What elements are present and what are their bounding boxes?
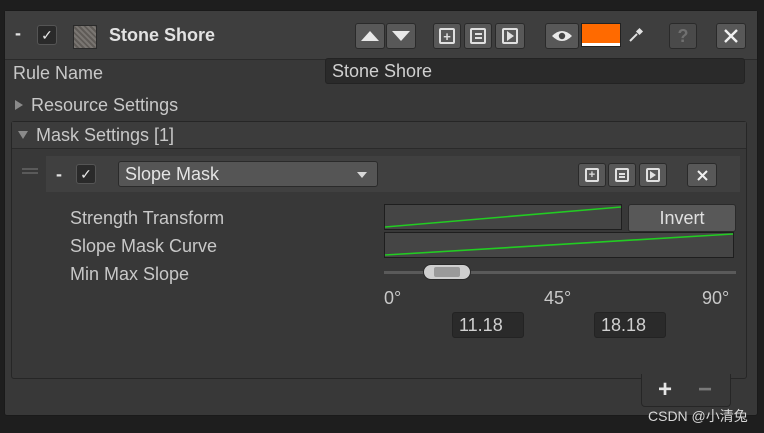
mask-type-value: Slope Mask	[125, 163, 220, 184]
mask-collapse-toggle[interactable]: -	[56, 164, 62, 185]
resource-settings-label: Resource Settings	[31, 94, 179, 115]
mask-settings-box: Mask Settings [1] - ✓ Slope Mask + Stren…	[11, 121, 747, 379]
play-box-icon	[502, 28, 518, 44]
curve-graph	[385, 233, 733, 256]
eye-icon	[552, 31, 572, 41]
rule-name-input[interactable]: Stone Shore	[325, 58, 745, 84]
triangle-down-icon	[18, 131, 28, 139]
scale-max-label: 90°	[702, 288, 730, 308]
move-down-button[interactable]	[386, 23, 416, 49]
eyedropper-icon	[629, 27, 644, 42]
triangle-right-icon	[15, 100, 23, 110]
slope-mask-curve-label: Slope Mask Curve	[70, 236, 218, 256]
mask-play-button[interactable]	[639, 163, 667, 187]
add-rule-button[interactable]: +	[433, 23, 461, 49]
close-icon	[696, 169, 708, 181]
plus-box-icon: +	[439, 28, 455, 44]
resource-settings-foldout[interactable]: Resource Settings	[15, 93, 178, 117]
invert-label: Invert	[659, 207, 705, 228]
strength-transform-label: Strength Transform	[70, 208, 225, 228]
drag-handle-icon[interactable]	[22, 168, 38, 174]
mask-settings-foldout[interactable]: Mask Settings [1]	[12, 122, 746, 149]
play-rule-button[interactable]	[495, 23, 525, 49]
color-swatch[interactable]	[581, 23, 621, 47]
mask-duplicate-button[interactable]	[608, 163, 636, 187]
close-icon	[724, 29, 738, 43]
strength-transform-curve[interactable]	[384, 204, 622, 230]
list-footer: + −	[641, 374, 731, 407]
mask-settings-label: Mask Settings [1]	[36, 124, 175, 145]
scale-min-label: 0°	[384, 288, 402, 308]
rule-panel: - ✓ Stone Shore + ? Rule Name Stone Shor…	[4, 10, 758, 416]
plus-box-icon: +	[585, 168, 599, 182]
rule-title: Stone Shore	[109, 25, 216, 45]
min-slope-input[interactable]: 11.18	[452, 312, 524, 338]
list-box-icon	[470, 28, 486, 44]
invert-button[interactable]: Invert	[628, 204, 736, 232]
mask-type-dropdown[interactable]: Slope Mask	[118, 161, 378, 187]
visibility-toggle[interactable]	[545, 23, 579, 49]
delete-rule-button[interactable]	[716, 23, 746, 49]
move-up-button[interactable]	[355, 23, 385, 49]
play-box-icon	[646, 168, 660, 182]
arrow-up-icon	[361, 31, 379, 41]
min-max-slider-thumb[interactable]	[423, 264, 471, 280]
curve-graph	[385, 206, 621, 228]
remove-mask-button[interactable]: −	[698, 376, 712, 404]
arrow-down-icon	[392, 31, 410, 41]
mask-enabled-checkbox[interactable]: ✓	[76, 164, 96, 184]
list-box-icon	[615, 168, 629, 182]
mask-add-button[interactable]: +	[578, 163, 606, 187]
check-icon: ✓	[41, 26, 53, 43]
slope-mask-row: - ✓ Slope Mask +	[16, 156, 740, 192]
check-icon: ✓	[80, 165, 92, 182]
collapse-toggle[interactable]: -	[15, 23, 21, 44]
rule-header: - ✓ Stone Shore + ?	[5, 11, 757, 60]
stone-texture-thumbnail	[73, 25, 97, 49]
dropdown-arrow-icon	[357, 172, 367, 178]
help-icon: ?	[677, 25, 689, 46]
mask-delete-button[interactable]	[687, 163, 717, 187]
rule-enabled-checkbox[interactable]: ✓	[37, 25, 57, 45]
watermark: CSDN @小清兔	[648, 408, 748, 424]
rule-name-label: Rule Name	[13, 63, 104, 83]
add-mask-button[interactable]: +	[658, 376, 672, 404]
scale-mid-label: 45°	[544, 288, 572, 308]
duplicate-rule-button[interactable]	[464, 23, 492, 49]
slope-mask-curve[interactable]	[384, 232, 734, 258]
min-max-slope-label: Min Max Slope	[70, 264, 190, 284]
help-button[interactable]: ?	[669, 23, 697, 49]
max-slope-input[interactable]: 18.18	[594, 312, 666, 338]
color-picker-button[interactable]	[625, 23, 647, 47]
